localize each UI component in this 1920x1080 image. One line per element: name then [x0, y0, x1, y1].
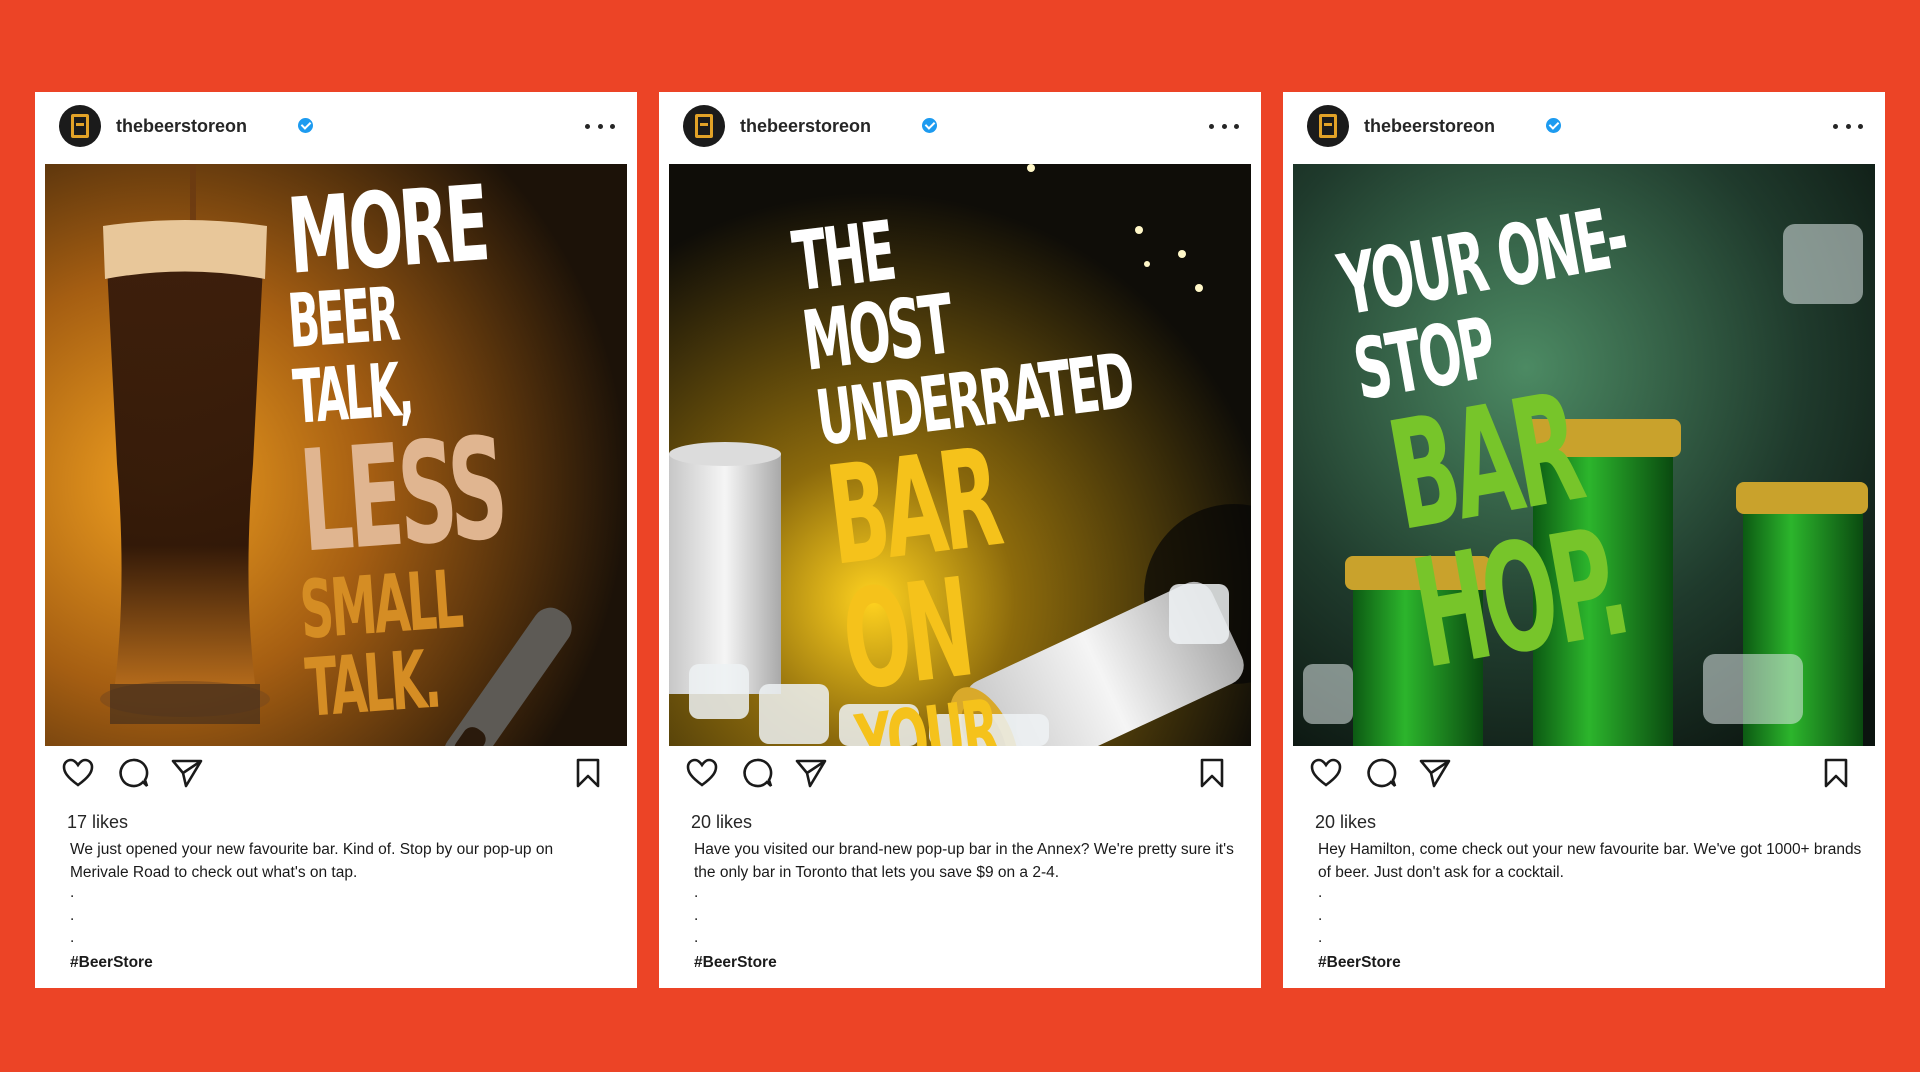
share-icon[interactable]: [794, 756, 828, 790]
caption-dot: .: [70, 929, 75, 946]
caption-dot: .: [70, 906, 75, 924]
post-image[interactable]: YOUR ONE-STOP BAR HOP.: [1293, 164, 1875, 746]
post-actions: [1283, 756, 1885, 796]
instagram-post-2: thebeerstoreon THE MOST UNDERRATED BAR O…: [659, 92, 1261, 988]
heart-icon[interactable]: [685, 756, 719, 790]
hashtag-link[interactable]: #BeerStore: [1318, 952, 1863, 975]
post-header: thebeerstoreon: [659, 92, 1261, 164]
more-options-icon[interactable]: [1833, 116, 1863, 136]
more-options-icon[interactable]: [585, 116, 615, 136]
username[interactable]: thebeerstoreon: [1364, 116, 1495, 137]
caption-dot: .: [1318, 906, 1323, 924]
post-image[interactable]: MORE BEER TALK, LESS SMALL TALK.: [45, 164, 627, 746]
instagram-post-3: thebeerstoreon YOUR ONE-STOP BAR HOP. 20…: [1283, 92, 1885, 988]
post-actions: [659, 756, 1261, 796]
heart-icon[interactable]: [1309, 756, 1343, 790]
caption-dot: .: [694, 929, 699, 946]
bookmark-icon[interactable]: [1819, 756, 1853, 790]
avatar[interactable]: [59, 105, 101, 147]
beer-store-logo-icon: [71, 114, 89, 138]
caption: Have you visited our brand-new pop-up ba…: [694, 839, 1239, 974]
verified-badge-icon: [922, 118, 937, 133]
verified-badge-icon: [1546, 118, 1561, 133]
headline-line-3: BAR ON: [819, 419, 1006, 722]
likes-count[interactable]: 17 likes: [67, 812, 128, 833]
caption-dot: .: [694, 906, 699, 924]
post-header: thebeerstoreon: [35, 92, 637, 164]
post-image[interactable]: THE MOST UNDERRATED BAR ON YOUR STREET.: [669, 164, 1251, 746]
username[interactable]: thebeerstoreon: [740, 116, 871, 137]
share-icon[interactable]: [1418, 756, 1452, 790]
caption: We just opened your new favourite bar. K…: [70, 839, 615, 974]
beer-store-logo-icon: [695, 114, 713, 138]
share-icon[interactable]: [170, 756, 204, 790]
verified-badge-icon: [298, 118, 313, 133]
likes-count[interactable]: 20 likes: [1315, 812, 1376, 833]
comment-icon[interactable]: [1364, 756, 1398, 790]
bottom-band: [0, 1072, 1920, 1080]
headline-line-2: BAR HOP.: [1377, 361, 1636, 703]
caption: Hey Hamilton, come check out your new fa…: [1318, 839, 1863, 974]
instagram-post-1: thebeerstoreon MORE BEER TALK, LESS SMAL…: [35, 92, 637, 988]
username[interactable]: thebeerstoreon: [116, 116, 247, 137]
headline-line-1: MORE: [284, 164, 490, 298]
more-options-icon[interactable]: [1209, 116, 1239, 136]
beer-store-logo-icon: [1319, 114, 1337, 138]
caption-dot: .: [1318, 929, 1323, 946]
avatar[interactable]: [1307, 105, 1349, 147]
headline-line-4: SMALL TALK.: [297, 552, 464, 735]
bookmark-icon[interactable]: [571, 756, 605, 790]
caption-dot: .: [694, 884, 699, 901]
caption-dot: .: [1318, 884, 1323, 901]
comment-icon[interactable]: [740, 756, 774, 790]
headline-line-3: LESS: [295, 407, 509, 585]
likes-count[interactable]: 20 likes: [691, 812, 752, 833]
caption-text: Have you visited our brand-new pop-up ba…: [694, 841, 1234, 881]
hashtag-link[interactable]: #BeerStore: [70, 952, 615, 975]
caption-dot: .: [70, 884, 75, 901]
caption-text: We just opened your new favourite bar. K…: [70, 841, 554, 881]
post-header: thebeerstoreon: [1283, 92, 1885, 164]
avatar[interactable]: [683, 105, 725, 147]
post-actions: [35, 756, 637, 796]
comment-icon[interactable]: [116, 756, 150, 790]
bookmark-icon[interactable]: [1195, 756, 1229, 790]
hashtag-link[interactable]: #BeerStore: [694, 952, 1239, 975]
caption-text: Hey Hamilton, come check out your new fa…: [1318, 841, 1862, 881]
heart-icon[interactable]: [61, 756, 95, 790]
